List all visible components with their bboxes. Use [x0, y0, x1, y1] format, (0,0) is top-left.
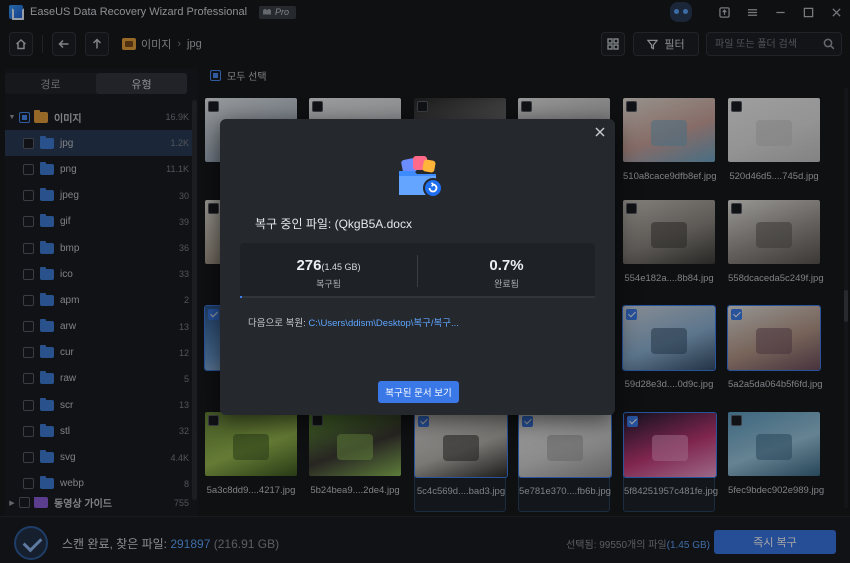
destination-prefix: 다음으로 복원: [248, 318, 309, 329]
recovery-folder-icon [399, 156, 443, 198]
app-window: EaseUS Data Recovery Wizard Professional… [0, 0, 850, 563]
progress-bar [240, 296, 595, 298]
close-dialog-button[interactable] [595, 124, 609, 138]
progress-fill [240, 296, 243, 298]
recovery-progress-dialog: 복구 중인 파일: (QkgB5A.docx 276(1.45 GB) 복구됨 … [220, 119, 615, 415]
completion-percent: 0.7% [489, 257, 524, 274]
recovered-size: (1.45 GB) [321, 262, 361, 272]
recovering-file-label: 복구 중인 파일: (QkgB5A.docx [255, 217, 412, 231]
destination-path-link[interactable]: C:\Users\ddism\Desktop\복구/복구... [308, 318, 459, 329]
recovery-stats: 276(1.45 GB) 복구됨 0.7% 완료됨 [240, 243, 595, 298]
close-icon [595, 127, 605, 137]
recovered-label: 복구됨 [316, 279, 341, 289]
recovered-count: 276 [296, 257, 322, 274]
restore-destination: 다음으로 복원: C:\Users\ddism\Desktop\복구/복구... [248, 315, 459, 329]
recovered-count-stat: 276(1.45 GB) 복구됨 [240, 257, 417, 290]
completion-label: 완료됨 [494, 279, 519, 289]
view-recovered-button[interactable]: 복구된 문서 보기 [378, 381, 459, 403]
completion-stat: 0.7% 완료됨 [418, 257, 595, 290]
